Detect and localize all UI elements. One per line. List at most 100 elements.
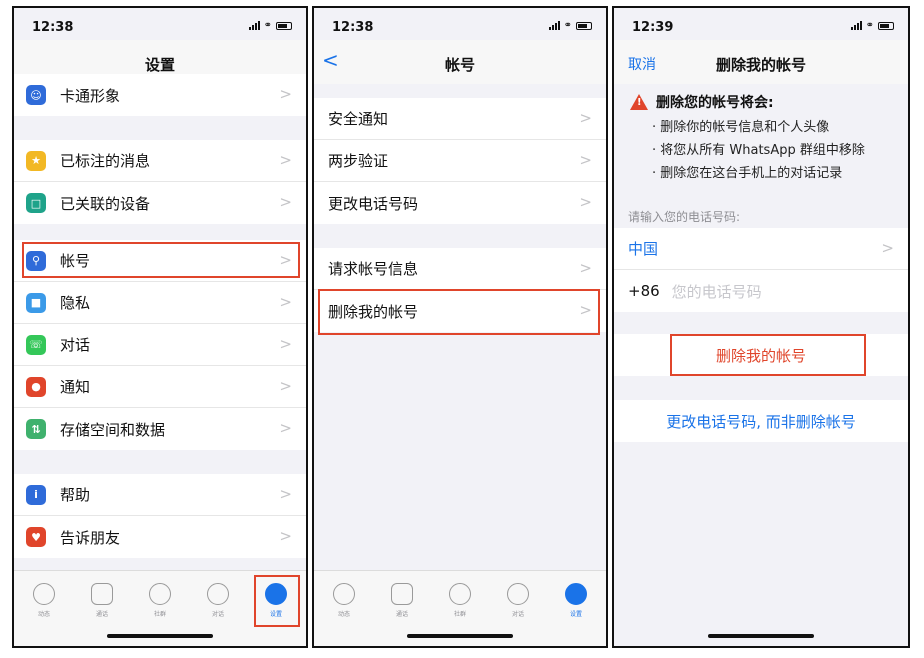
tab-chats[interactable]: 对话 <box>198 583 238 618</box>
status-icon <box>333 583 355 605</box>
signal-icon <box>548 21 560 30</box>
tab-calls[interactable]: 通话 <box>382 583 422 618</box>
settings-group-avatar: ☺ 卡通形象 > <box>14 74 306 116</box>
settings-item-notifications[interactable]: ● 通知 > <box>14 366 306 408</box>
highlight-settings-tab <box>254 575 300 627</box>
chevron-right-icon: > <box>279 151 292 169</box>
chevron-right-icon: > <box>279 419 292 437</box>
status-bar: 12:38 ⚭ <box>314 8 606 40</box>
tab-status[interactable]: 动态 <box>24 583 64 618</box>
settings-item-help[interactable]: i 帮助 > <box>14 474 306 516</box>
change-number-group: 更改电话号码, 而非删除帐号 <box>614 400 908 442</box>
phone-icon <box>391 583 413 605</box>
status-time: 12:38 <box>332 20 374 35</box>
nav-bar: < 帐号 <box>314 40 606 84</box>
settings-item-avatar[interactable]: ☺ 卡通形象 > <box>14 74 306 116</box>
warning-icon <box>630 94 648 110</box>
warning-item: · 将您从所有 WhatsApp 群组中移除 <box>652 143 865 158</box>
account-item-security[interactable]: 安全通知 > <box>314 98 606 140</box>
highlight-delete-account <box>318 289 600 335</box>
settings-item-tell-friend[interactable]: ♥ 告诉朋友 > <box>14 516 306 558</box>
settings-item-privacy[interactable]: ■ 隐私 > <box>14 282 306 324</box>
tab-communities[interactable]: 社群 <box>140 583 180 618</box>
account-screen: 12:38 ⚭ < 帐号 安全通知 > 两步验证 > 更改电话号码 > 请求帐号… <box>312 6 608 648</box>
chevron-right-icon: > <box>279 485 292 503</box>
home-indicator <box>407 634 513 638</box>
settings-item-storage[interactable]: ⇅ 存储空间和数据 > <box>14 408 306 450</box>
delete-account-screen: 12:39 ⚭ 取消 删除我的帐号 删除您的帐号将会: · 删除你的帐号信息和个… <box>612 6 910 648</box>
chevron-right-icon: > <box>279 293 292 311</box>
wifi-icon: ⚭ <box>563 20 572 31</box>
tab-communities[interactable]: 社群 <box>440 583 480 618</box>
signal-icon <box>850 21 862 30</box>
account-item-change-number[interactable]: 更改电话号码 > <box>314 182 606 224</box>
signal-icon <box>248 21 260 30</box>
warning-item: · 删除你的帐号信息和个人头像 <box>652 120 830 135</box>
status-bar: 12:39 ⚭ <box>614 8 908 40</box>
delete-warning: 删除您的帐号将会: · 删除你的帐号信息和个人头像 · 将您从所有 WhatsA… <box>630 92 898 181</box>
account-group-1: 安全通知 > 两步验证 > 更改电话号码 > <box>314 98 606 224</box>
country-code: +86 <box>628 282 660 300</box>
notification-icon: ● <box>26 376 46 397</box>
status-time: 12:38 <box>32 20 74 35</box>
tab-bar: 动态 通话 社群 对话 设置 <box>314 570 606 646</box>
wifi-icon: ⚭ <box>865 20 874 31</box>
settings-group-help: i 帮助 > ♥ 告诉朋友 > <box>14 474 306 558</box>
tab-chats[interactable]: 对话 <box>498 583 538 618</box>
chevron-right-icon: > <box>881 239 894 257</box>
settings-screen: 12:38 ⚭ 设置 ☺ 卡通形象 > ★ 已标注的消息 > □ 已关联的设备 … <box>12 6 308 648</box>
home-indicator <box>107 634 213 638</box>
chevron-right-icon: > <box>279 527 292 545</box>
tab-status[interactable]: 动态 <box>324 583 364 618</box>
chat-bubble-icon <box>207 583 229 605</box>
battery-icon <box>576 22 592 30</box>
whatsapp-icon: ☏ <box>26 334 46 355</box>
laptop-icon: □ <box>26 193 46 213</box>
warning-item: · 删除您在这台手机上的对话记录 <box>652 166 843 181</box>
tab-calls[interactable]: 通话 <box>82 583 122 618</box>
storage-icon: ⇅ <box>26 419 46 439</box>
nav-bar: 取消 删除我的帐号 <box>614 40 908 84</box>
info-icon: i <box>26 484 46 505</box>
page-title: 设置 <box>144 56 175 74</box>
heart-icon: ♥ <box>26 527 46 547</box>
chat-bubble-icon <box>507 583 529 605</box>
phone-icon <box>91 583 113 605</box>
country-name: 中国 <box>628 240 659 258</box>
change-number-button[interactable]: 更改电话号码, 而非删除帐号 <box>614 400 908 442</box>
country-select[interactable]: 中国 > <box>614 228 908 270</box>
tab-settings[interactable]: 设置 <box>556 583 596 618</box>
phone-form: 中国 > +86 您的电话号码 <box>614 228 908 312</box>
settings-item-starred[interactable]: ★ 已标注的消息 > <box>14 140 306 182</box>
chevron-right-icon: > <box>279 335 292 353</box>
account-item-request-info[interactable]: 请求帐号信息 > <box>314 248 606 290</box>
chevron-right-icon: > <box>279 377 292 395</box>
battery-icon <box>878 22 894 30</box>
chevron-right-icon: > <box>279 85 292 103</box>
lock-icon: ■ <box>26 292 46 313</box>
status-icon <box>33 583 55 605</box>
chevron-right-icon: > <box>579 151 592 169</box>
account-item-two-step[interactable]: 两步验证 > <box>314 140 606 182</box>
status-time: 12:39 <box>632 20 674 35</box>
avatar-icon: ☺ <box>26 85 46 105</box>
chevron-right-icon: > <box>579 193 592 211</box>
phone-hint: 请输入您的电话号码: <box>628 210 741 224</box>
highlight-delete-button <box>670 334 866 376</box>
warning-title: 删除您的帐号将会: <box>656 95 774 111</box>
phone-input[interactable]: 您的电话号码 <box>672 281 762 302</box>
page-title: 帐号 <box>444 56 475 74</box>
chevron-right-icon: > <box>279 193 292 211</box>
chevron-right-icon: > <box>579 259 592 277</box>
settings-group-messages: ★ 已标注的消息 > □ 已关联的设备 > <box>14 140 306 224</box>
gear-icon <box>565 583 587 605</box>
page-title: 删除我的帐号 <box>715 56 806 74</box>
phone-row: +86 您的电话号码 <box>614 270 908 312</box>
highlight-account <box>22 242 300 278</box>
status-bar: 12:38 ⚭ <box>14 8 306 40</box>
tab-bar: 动态 通话 社群 对话 设置 <box>14 570 306 646</box>
chevron-right-icon: > <box>579 109 592 127</box>
wifi-icon: ⚭ <box>263 20 272 31</box>
settings-item-linked-devices[interactable]: □ 已关联的设备 > <box>14 182 306 224</box>
settings-item-chats[interactable]: ☏ 对话 > <box>14 324 306 366</box>
